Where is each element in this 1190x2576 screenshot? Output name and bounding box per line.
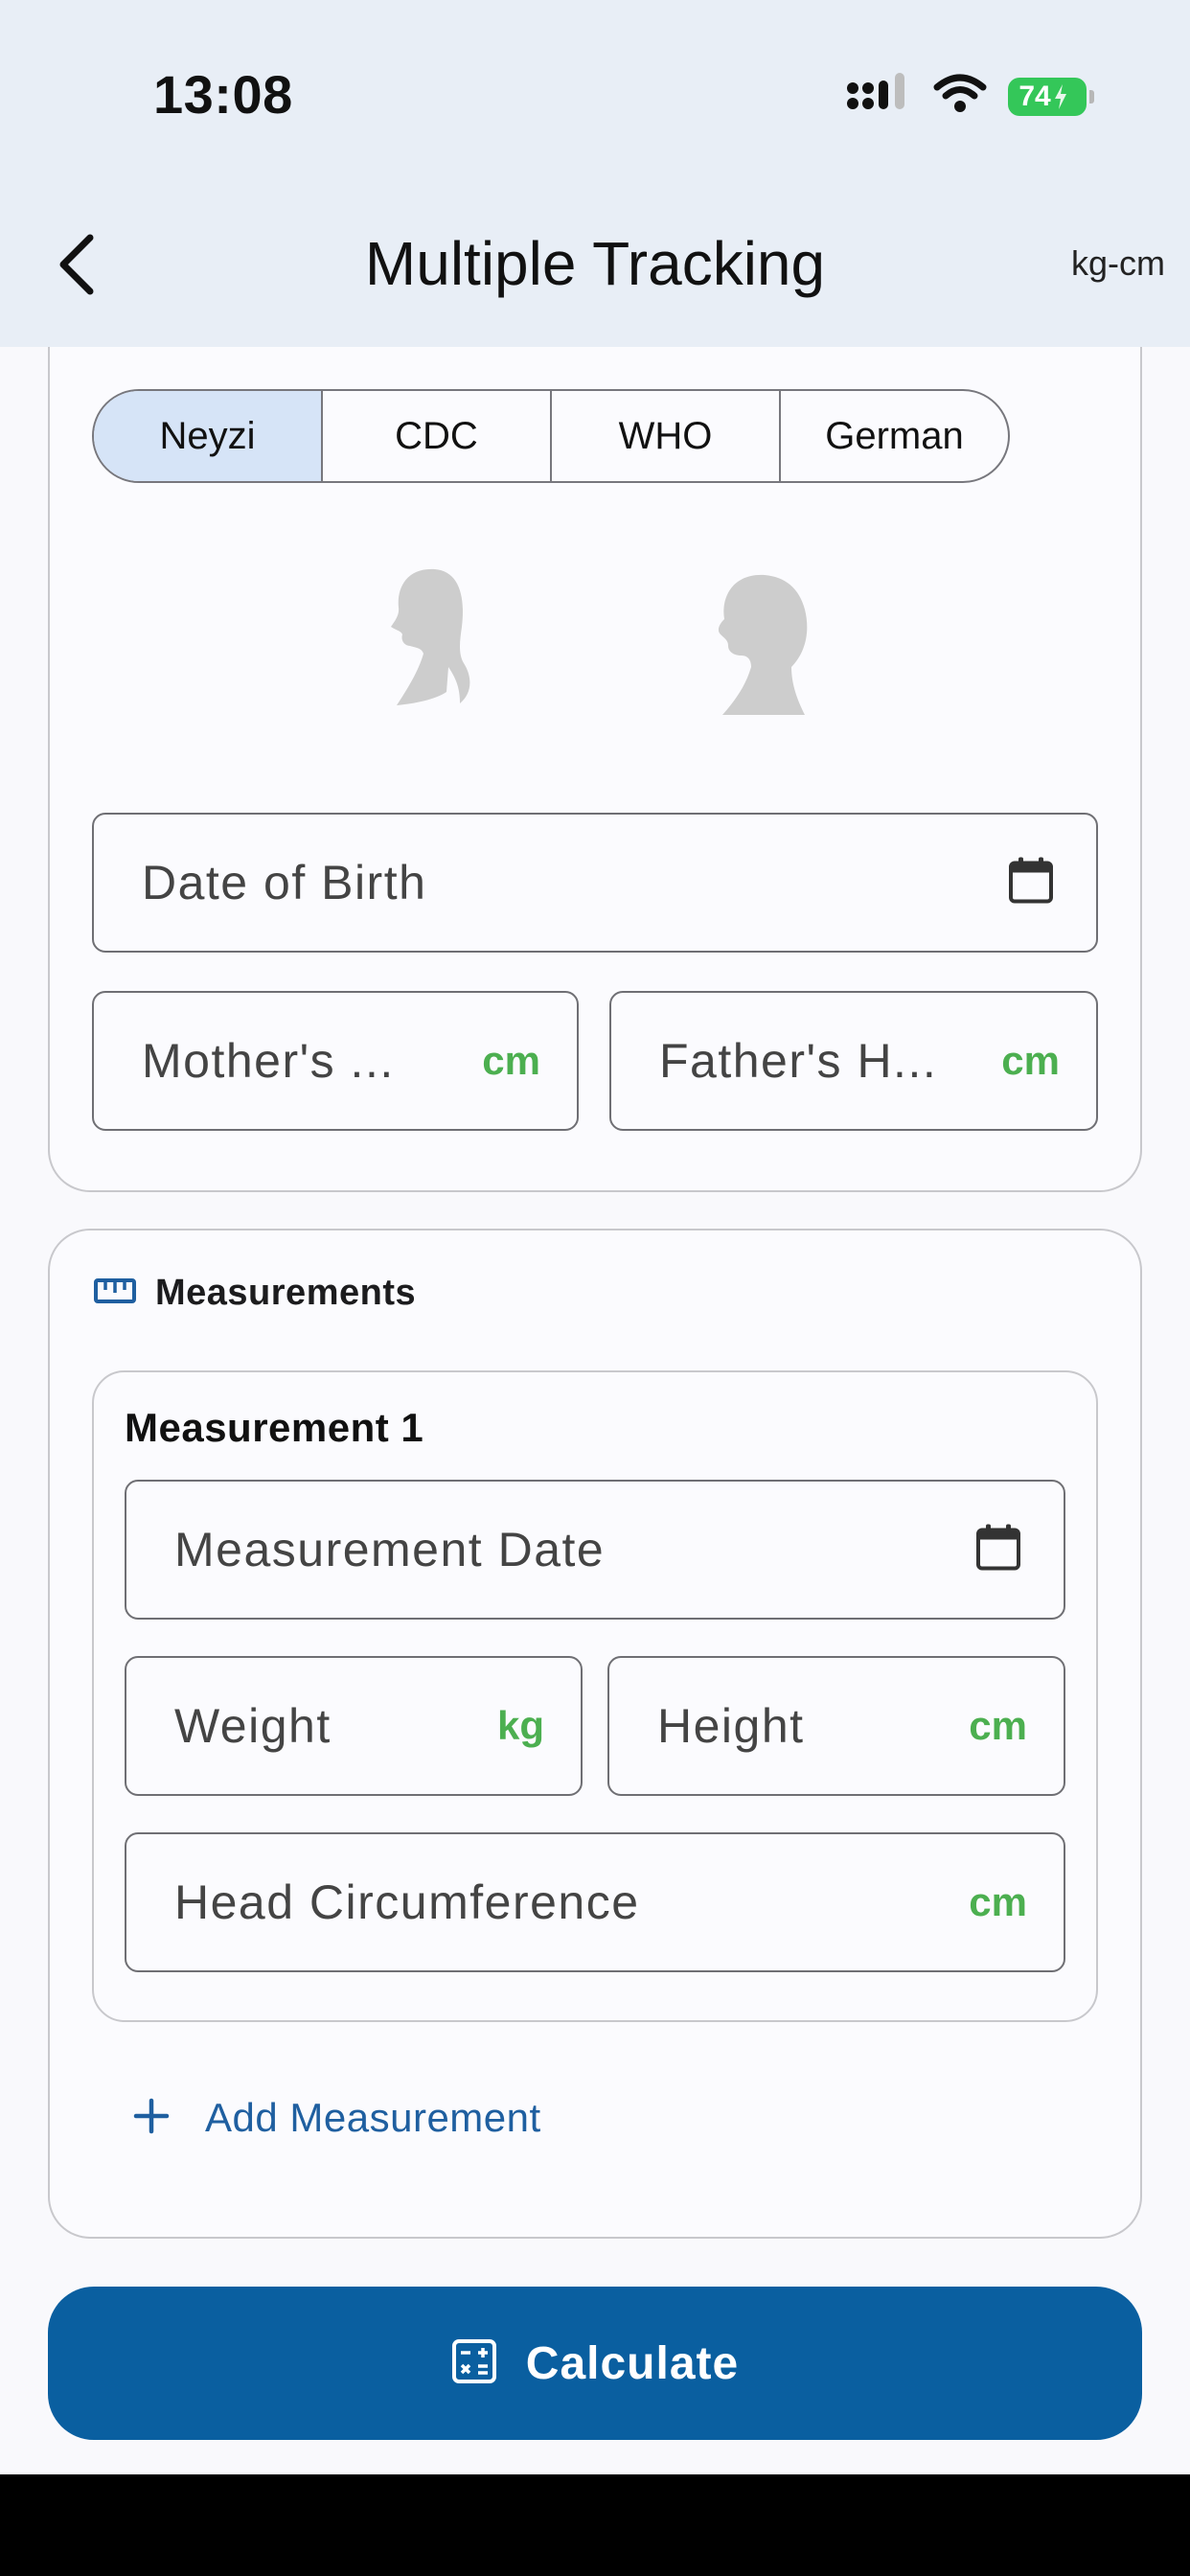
battery-icon: 74 xyxy=(1008,77,1094,116)
reference-selector: Neyzi CDC WHO German xyxy=(92,389,1010,483)
unit-suffix: cm xyxy=(482,1038,540,1083)
height-field[interactable]: Height cm xyxy=(607,1656,1065,1796)
measurement-title: Measurement 1 xyxy=(125,1405,424,1450)
top-bar: 13:08 74 Multiple Tracking kg-cm xyxy=(0,0,1190,347)
weight-label: Weight xyxy=(174,1699,332,1753)
date-of-birth-label: Date of Birth xyxy=(142,856,427,909)
father-height-label: Father's H... xyxy=(659,1034,938,1088)
wifi-icon xyxy=(933,74,987,119)
mother-height-field[interactable]: Mother's ... cm xyxy=(92,991,579,1131)
tab-cdc[interactable]: CDC xyxy=(323,391,552,481)
calculate-label: Calculate xyxy=(525,2337,740,2389)
tab-neyzi[interactable]: Neyzi xyxy=(94,391,323,481)
calendar-icon[interactable] xyxy=(1008,857,1054,909)
father-height-field[interactable]: Father's H... cm xyxy=(609,991,1098,1131)
measurements-title: Measurements xyxy=(155,1273,417,1313)
weight-field[interactable]: Weight kg xyxy=(125,1656,583,1796)
head-circumference-field[interactable]: Head Circumference cm xyxy=(125,1832,1065,1972)
tab-german[interactable]: German xyxy=(781,391,1008,481)
calendar-icon[interactable] xyxy=(975,1524,1021,1576)
boy-silhouette-icon[interactable] xyxy=(699,560,824,723)
girl-silhouette-icon[interactable] xyxy=(368,560,492,723)
cellular-signal-icon xyxy=(845,73,912,120)
status-icons: 74 xyxy=(845,73,1094,120)
page-title: Multiple Tracking xyxy=(364,229,826,298)
mother-height-label: Mother's ... xyxy=(142,1034,395,1088)
measurement-date-field[interactable]: Measurement Date xyxy=(125,1480,1065,1620)
unit-toggle-button[interactable]: kg-cm xyxy=(1071,243,1165,284)
plus-icon xyxy=(132,2097,171,2140)
measurement-date-label: Measurement Date xyxy=(174,1523,606,1576)
add-measurement-button[interactable]: Add Measurement xyxy=(132,2095,541,2141)
head-circumference-label: Head Circumference xyxy=(174,1875,640,1929)
add-measurement-label: Add Measurement xyxy=(205,2095,541,2140)
ruler-icon xyxy=(94,1277,136,1309)
unit-suffix: cm xyxy=(969,1879,1027,1924)
unit-suffix: cm xyxy=(1001,1038,1060,1083)
height-label: Height xyxy=(657,1699,805,1753)
bottom-bar xyxy=(0,2474,1190,2576)
unit-suffix: cm xyxy=(969,1703,1027,1748)
battery-level: 74 xyxy=(1018,80,1051,112)
calculate-button[interactable]: Calculate xyxy=(48,2287,1142,2440)
gender-selector xyxy=(0,560,1190,723)
tab-who[interactable]: WHO xyxy=(552,391,781,481)
calculator-icon xyxy=(451,2338,497,2389)
date-of-birth-field[interactable]: Date of Birth xyxy=(92,813,1098,953)
unit-suffix: kg xyxy=(496,1703,544,1748)
measurements-header: Measurements xyxy=(94,1273,416,1314)
status-time: 13:08 xyxy=(153,64,293,125)
